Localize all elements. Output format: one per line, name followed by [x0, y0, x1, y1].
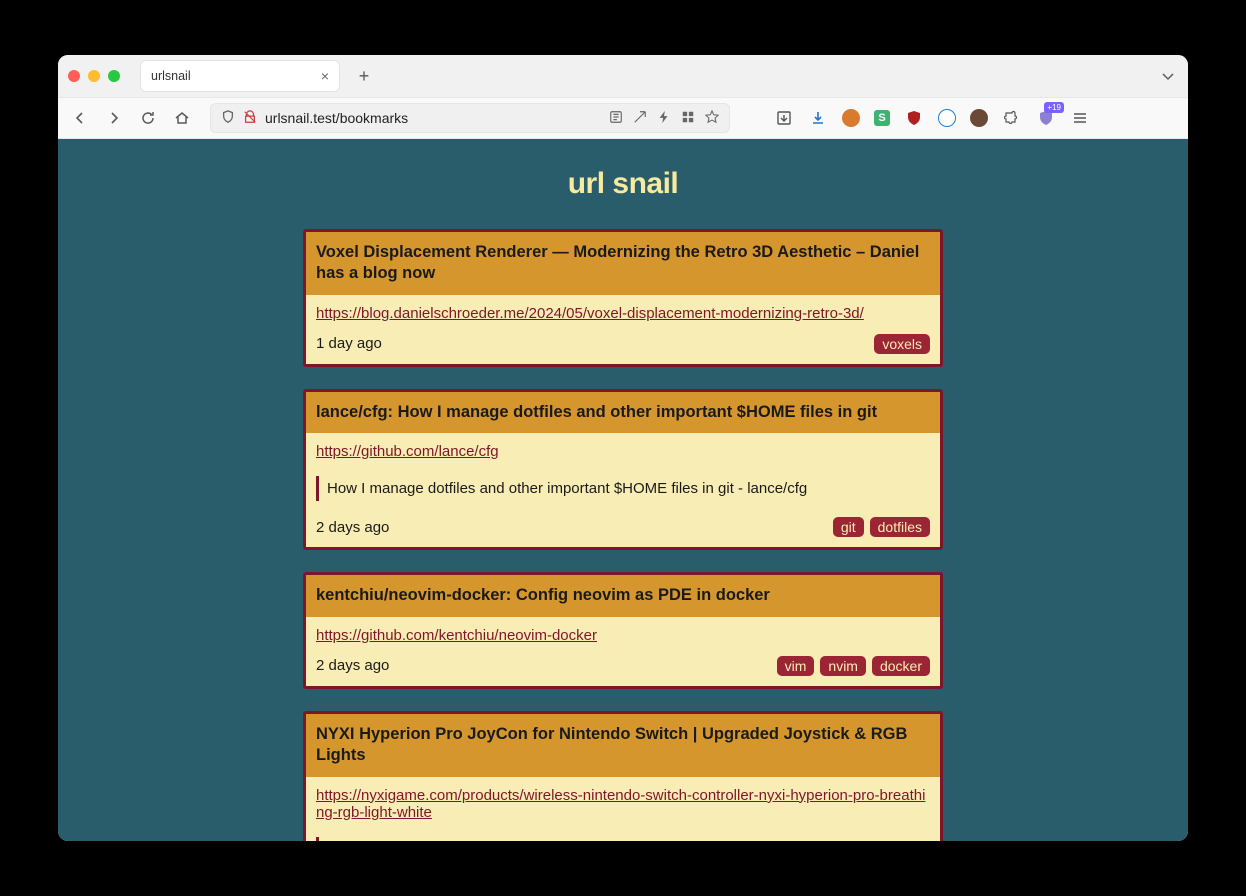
- bookmark-footer: 1 day ago voxels: [316, 332, 930, 354]
- bookmark-footer: 2 days ago vimnvim docker: [316, 654, 930, 676]
- bookmark-url[interactable]: https://nyxigame.com/products/wireless-n…: [316, 787, 930, 821]
- bookmark-title[interactable]: NYXI Hyperion Pro JoyCon for Nintendo Sw…: [306, 714, 940, 777]
- lock-strike-icon[interactable]: [243, 110, 257, 127]
- bookmark-description: How I manage dotfiles and other importan…: [316, 476, 930, 501]
- tag[interactable]: voxels: [874, 334, 930, 354]
- bookmark-body: https://blog.danielschroeder.me/2024/05/…: [306, 295, 940, 364]
- hamburger-menu-icon[interactable]: [1070, 108, 1090, 128]
- save-page-icon[interactable]: [774, 108, 794, 128]
- extension-badge: +19: [1044, 102, 1064, 113]
- bookmark-tags: vimnvim docker: [777, 656, 930, 676]
- close-window-button[interactable]: [68, 70, 80, 82]
- reader-mode-icon[interactable]: [609, 110, 623, 127]
- bookmark-url[interactable]: https://github.com/kentchiu/neovim-docke…: [316, 627, 597, 644]
- grid-icon[interactable]: [681, 110, 695, 127]
- page-viewport[interactable]: url snail Voxel Displacement Renderer — …: [58, 139, 1188, 841]
- puzzle-ext-icon[interactable]: [1002, 108, 1022, 128]
- tag[interactable]: vim: [777, 656, 815, 676]
- bookmark-body: https://github.com/kentchiu/neovim-docke…: [306, 617, 940, 686]
- home-button[interactable]: [172, 108, 192, 128]
- ublock-ext-icon[interactable]: [904, 108, 924, 128]
- browser-tab[interactable]: urlsnail ×: [140, 60, 340, 92]
- window-controls: [68, 70, 120, 82]
- reload-button[interactable]: [138, 108, 158, 128]
- tab-title: urlsnail: [151, 69, 191, 83]
- new-tab-button[interactable]: +: [350, 62, 378, 90]
- bookmark-card: NYXI Hyperion Pro JoyCon for Nintendo Sw…: [303, 711, 943, 841]
- bookmark-title[interactable]: lance/cfg: How I manage dotfiles and oth…: [306, 392, 940, 433]
- bookmark-timestamp: 1 day ago: [316, 335, 382, 352]
- bookmark-footer: 2 days ago git dotfiles: [316, 515, 930, 537]
- tag[interactable]: nvim: [820, 656, 866, 676]
- send-tab-icon[interactable]: [633, 110, 647, 127]
- back-button[interactable]: [70, 108, 90, 128]
- extension-row: S +19: [774, 108, 1090, 128]
- tab-strip: urlsnail × +: [58, 55, 1188, 97]
- tag[interactable]: docker: [872, 656, 930, 676]
- download-icon[interactable]: [808, 108, 828, 128]
- globe-ext-icon[interactable]: [938, 109, 956, 127]
- monkey-ext-icon[interactable]: [842, 109, 860, 127]
- close-tab-icon[interactable]: ×: [321, 68, 329, 84]
- toolbar: urlsnail.test/bookmarks: [58, 97, 1188, 139]
- url-text: urlsnail.test/bookmarks: [265, 110, 408, 126]
- bookmark-body: https://nyxigame.com/products/wireless-n…: [306, 777, 940, 841]
- bookmark-star-icon[interactable]: [705, 110, 719, 127]
- bookmark-timestamp: 2 days ago: [316, 657, 389, 674]
- tag[interactable]: dotfiles: [870, 517, 930, 537]
- forward-button[interactable]: [104, 108, 124, 128]
- shield-icon[interactable]: [221, 110, 235, 127]
- bookmark-body: https://github.com/lance/cfg How I manage…: [306, 433, 940, 547]
- maximize-window-button[interactable]: [108, 70, 120, 82]
- bookmark-card: Voxel Displacement Renderer — Modernizin…: [303, 229, 943, 367]
- bookmark-url[interactable]: https://github.com/lance/cfg: [316, 443, 499, 460]
- bookmark-card: kentchiu/neovim-docker: Config neovim as…: [303, 572, 943, 688]
- minimize-window-button[interactable]: [88, 70, 100, 82]
- url-bar[interactable]: urlsnail.test/bookmarks: [210, 103, 730, 133]
- shield-ext-icon[interactable]: +19: [1036, 108, 1056, 128]
- browser-window: urlsnail × +: [58, 55, 1188, 841]
- bookmark-title[interactable]: kentchiu/neovim-docker: Config neovim as…: [306, 575, 940, 616]
- page-content: url snail Voxel Displacement Renderer — …: [303, 139, 943, 841]
- bookmark-title[interactable]: Voxel Displacement Renderer — Modernizin…: [306, 232, 940, 295]
- tag[interactable]: git: [833, 517, 864, 537]
- page-title: url snail: [303, 167, 943, 201]
- avatar-icon[interactable]: [970, 109, 988, 127]
- bookmark-url[interactable]: https://blog.danielschroeder.me/2024/05/…: [316, 305, 864, 322]
- bookmark-timestamp: 2 days ago: [316, 519, 389, 536]
- bookmark-card: lance/cfg: How I manage dotfiles and oth…: [303, 389, 943, 550]
- chevron-down-icon[interactable]: [1158, 66, 1178, 86]
- bookmark-tags: git dotfiles: [833, 517, 930, 537]
- bolt-icon[interactable]: [657, 110, 671, 127]
- s-ext-icon[interactable]: S: [874, 110, 890, 126]
- bookmark-description: P: [316, 837, 930, 841]
- bookmark-tags: voxels: [874, 334, 930, 354]
